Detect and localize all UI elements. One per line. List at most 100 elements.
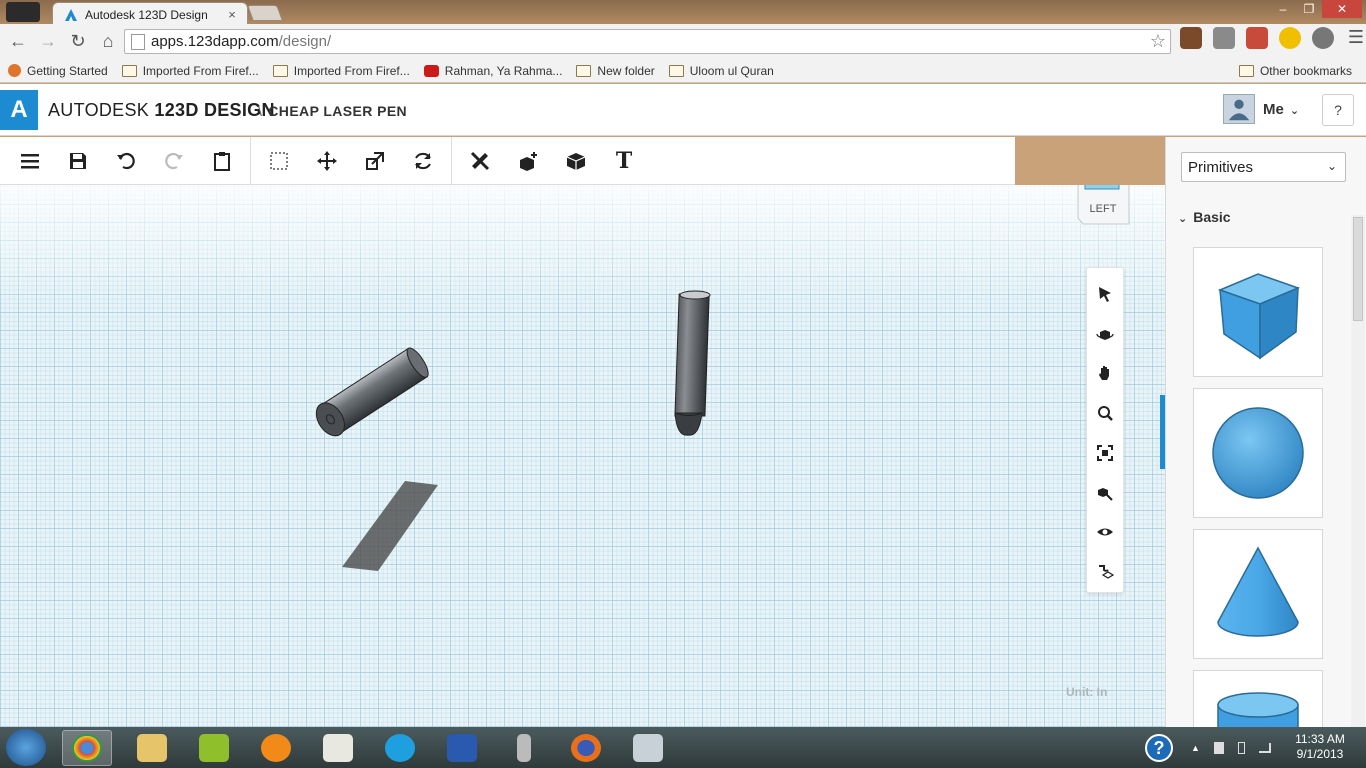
3d-viewport[interactable]: LEFT Unit: In [0,185,1165,727]
taskbar-avast[interactable] [251,730,301,766]
taskbar-firefox[interactable] [561,730,611,766]
bookmark-label: Getting Started [27,63,108,78]
rotate-tool-button[interactable] [399,137,447,185]
user-menu[interactable]: Me ⌄ [1263,101,1299,118]
bookmark-imported-2[interactable]: Imported From Firef... [272,64,410,78]
undo-icon [117,152,135,169]
reload-button[interactable]: ↻ [66,30,90,54]
pacman-extension-icon[interactable] [1279,27,1301,49]
taskbar-explorer[interactable] [127,730,177,766]
folder-icon [137,734,167,762]
save-button[interactable] [54,137,102,185]
chevron-down-icon: ⌄ [1326,159,1337,173]
snap-nav-button[interactable] [1090,552,1120,592]
power-extension-icon[interactable] [1312,27,1334,49]
maximize-button[interactable]: ❐ [1296,0,1322,18]
toolbar-divider [250,136,251,185]
undo-button[interactable] [102,137,150,185]
system-clock[interactable]: 11:33 AM 9/1/2013 [1290,732,1350,762]
forward-button[interactable]: → [36,30,60,54]
taskbar-calculator[interactable] [623,730,673,766]
library-dropdown[interactable]: Primitives ⌄ [1181,152,1346,182]
select-nav-button[interactable] [1090,274,1120,314]
laser-pen-cap-object[interactable] [674,290,711,436]
primitives-tool-button[interactable] [504,137,552,185]
help-tray-icon[interactable]: ? [1145,734,1173,762]
scrollbar-thumb[interactable] [1353,217,1363,321]
chrome-menu-icon[interactable]: ☰ [1345,27,1366,49]
avatar[interactable] [1223,94,1255,124]
redo-button[interactable] [150,137,198,185]
back-button[interactable]: ← [6,30,30,54]
taskbar-word[interactable] [437,730,487,766]
tray-expand-icon[interactable]: ▲ [1191,743,1200,753]
bookmark-imported-1[interactable]: Imported From Firef... [121,64,259,78]
primitive-cylinder-tile[interactable] [1193,670,1323,727]
orbit-nav-button[interactable] [1090,314,1120,354]
battery-icon[interactable] [1237,742,1245,754]
new-tab-button[interactable] [247,5,283,21]
close-window-button[interactable]: ✕ [1322,0,1362,18]
scale-tool-button[interactable] [351,137,399,185]
primitive-sphere-tile[interactable] [1193,388,1323,518]
url-path: /design/ [278,33,332,50]
zoom-selected-nav-button[interactable] [1090,473,1120,513]
minimize-button[interactable]: – [1270,0,1296,18]
bookmark-uloom[interactable]: Uloom ul Quran [668,64,774,78]
taskbar-app-green[interactable] [189,730,239,766]
taskbar-urdu-app[interactable] [313,730,363,766]
paste-button[interactable] [198,137,246,185]
bookmark-other[interactable]: Other bookmarks [1238,64,1352,78]
browser-tab[interactable]: Autodesk 123D Design × [52,2,248,26]
tab-close-icon[interactable]: × [225,7,239,22]
visibility-nav-button[interactable] [1090,513,1120,553]
sphere-primitive-icon [1212,407,1304,499]
project-title[interactable]: CHEAP LASER PEN [268,103,407,119]
network-icon[interactable] [1258,743,1271,753]
fit-nav-button[interactable] [1090,433,1120,473]
section-label: Basic [1193,209,1231,225]
taskbar-chrome[interactable] [62,730,112,766]
bookmark-rahman[interactable]: Rahman, Ya Rahma... [423,64,562,78]
main-menu-button[interactable] [6,137,54,185]
library-dropdown-value: Primitives [1188,158,1254,176]
chart-extension-icon[interactable] [1246,27,1268,49]
text-tool-button[interactable]: T [600,137,648,185]
basic-section-toggle[interactable]: ⌄ Basic [1178,209,1231,225]
primitive-cone-tile[interactable] [1193,529,1323,659]
start-button[interactable] [6,729,46,766]
laser-pen-body-object[interactable] [311,344,433,441]
green-app-icon [199,734,229,762]
mail-extension-icon[interactable] [1213,27,1235,49]
url-text: apps.123dapp.com/design/ [151,33,331,50]
profile-avatar[interactable] [6,2,40,22]
folder-icon [121,64,137,77]
chess-icon [517,734,531,762]
autodesk-logo[interactable]: A [0,90,38,130]
select-tool-button[interactable] [255,137,303,185]
autodesk-favicon-icon [65,8,77,21]
taskbar-chess[interactable] [499,730,549,766]
zoom-nav-button[interactable] [1090,393,1120,433]
browser-toolbar: ← → ↻ ⌂ apps.123dapp.com/design/ ☆ ☰ [0,24,1366,59]
bookmark-new-folder[interactable]: New folder [576,64,655,78]
panel-scrollbar[interactable] [1351,215,1365,727]
bookmark-getting-started[interactable]: Getting Started [8,64,108,78]
move-tool-button[interactable] [303,137,351,185]
bookmark-star-icon[interactable]: ☆ [1150,31,1166,52]
view-cube[interactable]: LEFT [1075,185,1131,230]
help-button[interactable]: ? [1322,94,1354,126]
magnet-grid-icon [1099,565,1114,579]
home-button[interactable]: ⌂ [96,30,120,54]
combine-tool-button[interactable] [552,137,600,185]
volume-icon[interactable] [1213,742,1224,754]
pan-nav-button[interactable] [1090,354,1120,394]
youtube-icon [423,64,439,77]
taskbar-skype[interactable] [375,730,425,766]
camera-extension-icon[interactable] [1180,27,1202,49]
primitive-box-tile[interactable] [1193,247,1323,377]
address-bar[interactable]: apps.123dapp.com/design/ ☆ [124,29,1171,54]
folder-icon [576,64,592,77]
measure-tool-button[interactable] [456,137,504,185]
chevron-down-icon: ⌄ [1178,213,1188,225]
